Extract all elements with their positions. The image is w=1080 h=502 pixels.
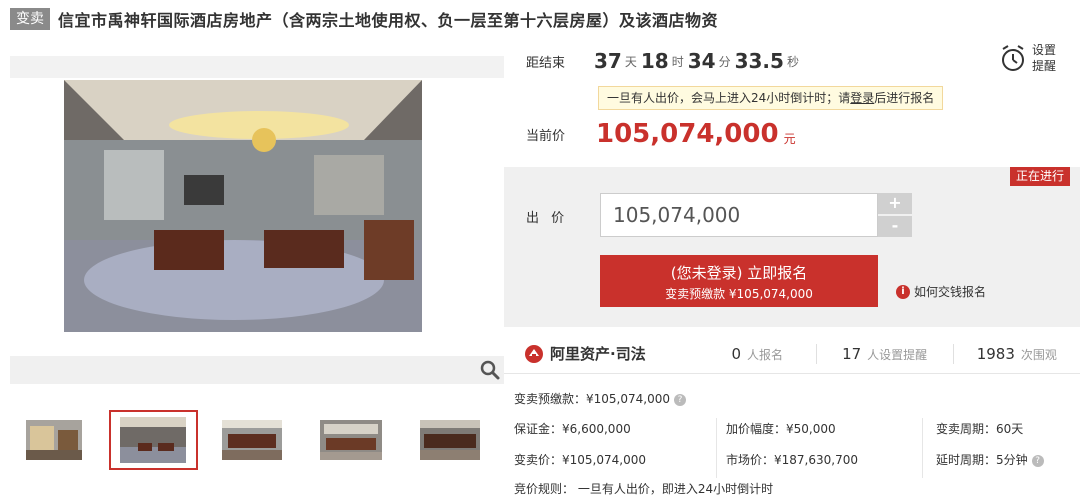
period-info: 变卖周期：60天 bbox=[936, 422, 1024, 436]
countdown-days: 37 bbox=[594, 49, 622, 73]
apply-button-deposit: 变卖预缴款 ¥105,074,000 bbox=[665, 287, 813, 301]
page-title: 信宜市禹神轩国际酒店房地产（含两宗土地使用权、负一层至第十六层房屋）及该酒店物资 bbox=[58, 11, 719, 30]
title-bar: 变卖 信宜市禹神轩国际酒店房地产（含两宗土地使用权、负一层至第十六层房屋）及该酒… bbox=[10, 6, 718, 32]
auction-panel: 距结束 37 天 18 时 34 分 33.5 秒 设置提醒 一旦有人出价，会马… bbox=[504, 32, 1080, 502]
bid-amount-input[interactable]: 105,074,000 bbox=[600, 193, 878, 237]
apply-now-button[interactable]: (您未登录) 立即报名 变卖预缴款 ¥105,074,000 bbox=[600, 255, 878, 307]
divider bbox=[922, 418, 923, 478]
deposit-prepay-text: 变卖预缴款：¥105,074,000 bbox=[514, 392, 670, 406]
notice-text-before: 一旦有人出价，会马上进入24小时倒计时；请 bbox=[607, 91, 851, 105]
market-price-info: 市场价：¥187,630,700 bbox=[726, 453, 858, 467]
stats-row: 阿里资产·司法 0 人报名 17 人设置提醒 1983 次围观 bbox=[504, 334, 1080, 374]
status-badge: 正在进行 bbox=[1009, 167, 1070, 186]
increase-bid-button[interactable]: + bbox=[878, 193, 912, 214]
apply-button-label: (您未登录) 立即报名 bbox=[670, 264, 808, 282]
countdown-minutes-unit: 分 bbox=[718, 54, 731, 69]
deposit-prepay-info: 变卖预缴款：¥105,074,000? bbox=[514, 390, 686, 407]
countdown-hours: 18 bbox=[640, 49, 669, 73]
sale-type-tag: 变卖 bbox=[10, 8, 50, 30]
current-price-label: 当前价 bbox=[526, 128, 566, 144]
reminder-count: 17 人设置提醒 bbox=[817, 345, 953, 363]
how-to-pay-link[interactable]: i 如何交钱报名 bbox=[896, 283, 986, 300]
help-icon[interactable]: ? bbox=[673, 393, 686, 406]
notice-text-after: 后进行报名 bbox=[874, 91, 935, 105]
current-price-row: 当前价 105,074,000 元 bbox=[504, 116, 796, 152]
delay-text: 延时周期：5分钟 bbox=[936, 453, 1028, 467]
thumbnail[interactable] bbox=[208, 410, 297, 470]
countdown-days-unit: 天 bbox=[624, 54, 637, 69]
reminder-count-label: 人设置提醒 bbox=[867, 347, 928, 362]
view-label: 次围观 bbox=[1020, 347, 1057, 362]
bid-label: 出 价 bbox=[526, 211, 569, 226]
ali-assets-logo-icon bbox=[525, 344, 543, 363]
info-icon: i bbox=[896, 284, 910, 299]
signup-number: 0 bbox=[731, 344, 742, 363]
increment-info: 加价幅度：¥50,000 bbox=[726, 422, 836, 436]
set-reminder-button[interactable]: 设置提醒 bbox=[1000, 38, 1080, 78]
divider bbox=[716, 418, 717, 478]
main-photo-area bbox=[10, 56, 504, 346]
help-icon[interactable]: ? bbox=[1031, 454, 1044, 467]
photo-top-bar bbox=[10, 56, 504, 78]
magnifier-icon[interactable] bbox=[478, 358, 502, 382]
bid-notice: 一旦有人出价，会马上进入24小时倒计时；请登录后进行报名 bbox=[598, 86, 944, 110]
countdown: 距结束 37 天 18 时 34 分 33.5 秒 bbox=[504, 46, 1080, 76]
current-price-unit: 元 bbox=[783, 131, 796, 146]
sale-price-info: 变卖价：¥105,074,000 bbox=[514, 453, 646, 467]
signup-count: 0 人报名 bbox=[699, 345, 816, 363]
countdown-label: 距结束 bbox=[526, 55, 566, 71]
thumbnail[interactable] bbox=[405, 410, 494, 470]
bid-panel: 正在进行 出 价 105,074,000 + - (您未登录) 立即报名 变卖预… bbox=[504, 167, 1080, 327]
countdown-hours-unit: 时 bbox=[671, 54, 684, 69]
hotel-lobby-image bbox=[64, 80, 422, 332]
zoom-bar bbox=[10, 356, 504, 384]
delay-info: 延时周期：5分钟? bbox=[936, 451, 1044, 468]
how-to-pay-label: 如何交钱报名 bbox=[914, 285, 987, 299]
margin-info: 保证金：¥6,600,000 bbox=[514, 422, 631, 436]
thumbnail-selected[interactable] bbox=[108, 410, 198, 470]
main-photo[interactable] bbox=[64, 80, 422, 332]
thumbnail-strip bbox=[10, 410, 504, 470]
countdown-seconds: 33.5 bbox=[734, 49, 784, 73]
thumbnail[interactable] bbox=[10, 410, 99, 470]
thumbnail[interactable] bbox=[306, 410, 395, 470]
view-count: 1983 次围观 bbox=[954, 345, 1080, 363]
view-number: 1983 bbox=[976, 344, 1015, 363]
reminder-number: 17 bbox=[842, 344, 862, 363]
auction-page: 变卖 信宜市禹神轩国际酒店房地产（含两宗土地使用权、负一层至第十六层房屋）及该酒… bbox=[0, 0, 1080, 502]
countdown-seconds-unit: 秒 bbox=[786, 54, 799, 69]
current-price-value: 105,074,000 bbox=[596, 119, 779, 149]
bid-rule-info: 竞价规则： 一旦有人出价，即进入24小时倒计时 bbox=[514, 482, 774, 496]
countdown-minutes: 34 bbox=[687, 49, 716, 73]
alarm-clock-icon bbox=[1002, 45, 1024, 71]
brand: 阿里资产·司法 bbox=[524, 343, 699, 364]
brand-name: 阿里资产·司法 bbox=[550, 345, 646, 363]
decrease-bid-button[interactable]: - bbox=[878, 216, 912, 237]
login-link[interactable]: 登录 bbox=[850, 91, 874, 105]
signup-label: 人报名 bbox=[747, 347, 784, 362]
set-reminder-label: 设置提醒 bbox=[1032, 43, 1057, 73]
